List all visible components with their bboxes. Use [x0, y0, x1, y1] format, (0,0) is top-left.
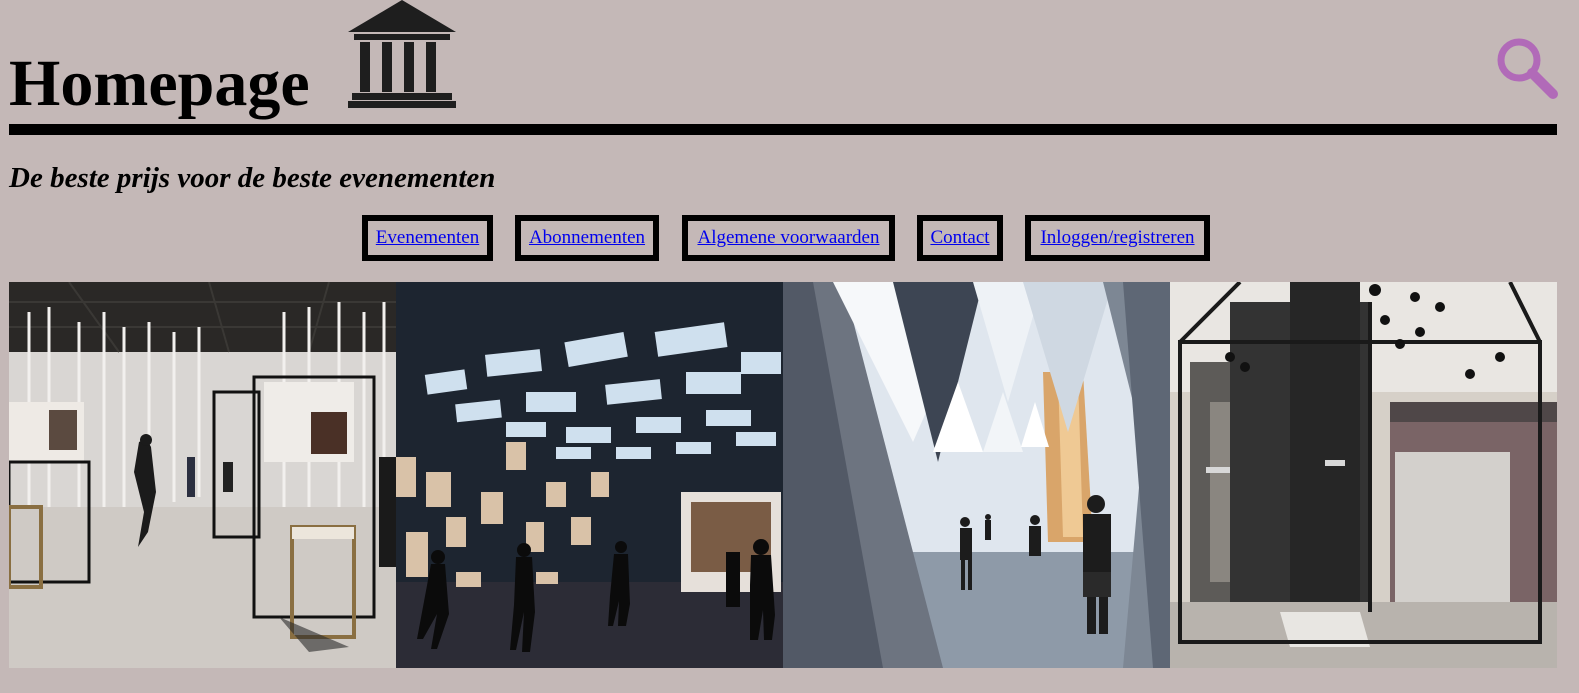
nav-link-algemene-voorwaarden[interactable]: Algemene voorwaarden — [697, 227, 879, 249]
nav-item-inloggen: Inloggen/registreren — [1025, 215, 1210, 261]
tagline: De beste prijs voor de beste evenementen — [9, 162, 496, 194]
nav-item-contact: Contact — [917, 215, 1003, 261]
gallery-photo-3 — [783, 282, 1170, 668]
page-title: Homepage — [9, 47, 310, 120]
gallery-photo-4 — [1170, 282, 1557, 668]
nav-item-evenementen: Evenementen — [362, 215, 493, 261]
nav-link-inloggen-registreren[interactable]: Inloggen/registreren — [1040, 227, 1194, 249]
nav-item-algemene-voorwaarden: Algemene voorwaarden — [682, 215, 895, 261]
museum-icon — [348, 0, 456, 108]
gallery-photo-1 — [9, 282, 396, 668]
nav-item-abonnementen: Abonnementen — [515, 215, 659, 261]
nav-link-evenementen[interactable]: Evenementen — [376, 227, 479, 249]
photo-gallery — [9, 282, 1557, 668]
nav-link-contact[interactable]: Contact — [930, 227, 989, 249]
search-icon[interactable] — [1495, 36, 1559, 100]
gallery-photo-2 — [396, 282, 783, 668]
page: Homepage De beste prijs voor de beste ev… — [0, 0, 1579, 693]
title-divider — [9, 124, 1557, 135]
nav-link-abonnementen[interactable]: Abonnementen — [529, 227, 645, 249]
